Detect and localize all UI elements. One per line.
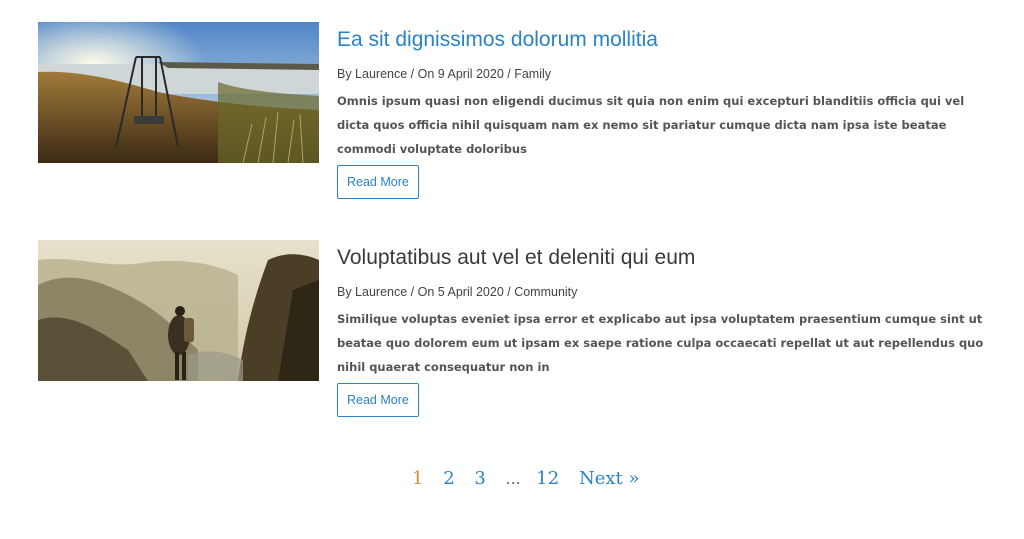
post-thumbnail-swing-lake[interactable] [38,22,319,163]
post-card: Ea sit dignissimos dolorum mollitia By L… [38,22,988,212]
pagination-page-3[interactable]: 3 [474,468,485,489]
post-card: Voluptatibus aut vel et deleniti qui eum… [38,240,988,430]
read-more-button[interactable]: Read More [337,165,419,199]
read-more-button[interactable]: Read More [337,383,419,417]
pagination-page-last[interactable]: 12 [536,468,559,489]
pagination-current-page: 1 [412,468,424,489]
post-content: Ea sit dignissimos dolorum mollitia By L… [337,22,988,199]
pagination: 1 2 3 … 12 Next » [412,468,653,489]
post-content: Voluptatibus aut vel et deleniti qui eum… [337,240,988,417]
post-excerpt: Similique voluptas eveniet ipsa error et… [337,312,984,374]
post-title-link[interactable]: Voluptatibus aut vel et deleniti qui eum [337,244,988,272]
pagination-page-2[interactable]: 2 [443,468,454,489]
post-meta: By Laurence / On 5 April 2020 / Communit… [337,285,578,299]
post-thumbnail-image [38,22,319,163]
pagination-next-link[interactable]: Next » [579,468,640,489]
post-title-link[interactable]: Ea sit dignissimos dolorum mollitia [337,26,988,54]
post-meta: By Laurence / On 9 April 2020 / Family [337,67,551,81]
pagination-ellipsis: … [505,470,521,488]
post-thumbnail-image [38,240,319,381]
post-excerpt: Omnis ipsum quasi non eligendi ducimus s… [337,94,965,156]
post-thumbnail-hiker-mountains[interactable] [38,240,319,381]
